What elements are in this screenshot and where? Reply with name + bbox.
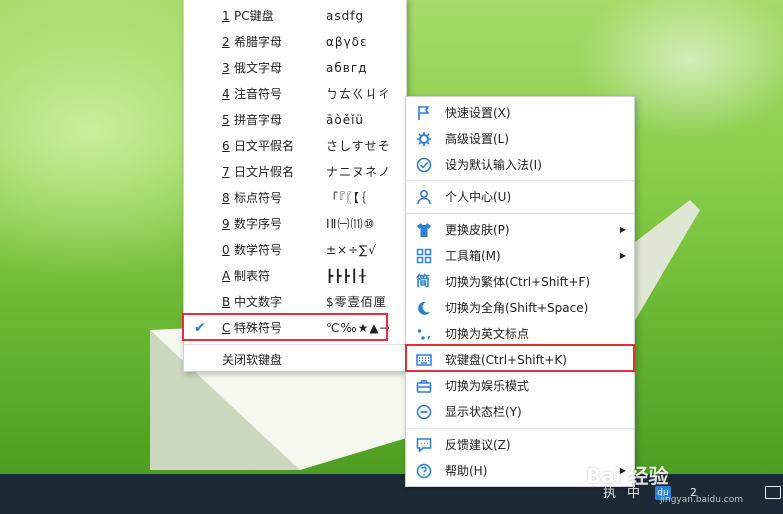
item-key: 7	[222, 165, 230, 179]
gear-icon	[417, 132, 431, 146]
item-label: 快速设置(X)	[445, 106, 511, 120]
softkeyboard-item[interactable]: A 制表符 ┣┣┣┃╂	[184, 263, 406, 289]
item-symbols: ┣┣┣┃╂	[326, 269, 368, 283]
menu-item-change-skin[interactable]: 更换皮肤(P) ▶	[406, 217, 634, 243]
item-label: 日文平假名	[234, 139, 295, 153]
menu-item-fullwidth[interactable]: 切换为全角(Shift+Space)	[406, 295, 634, 321]
menu-item-advanced-settings[interactable]: 高级设置(L)	[406, 126, 634, 152]
softkeyboard-item[interactable]: 8 标点符号 「『〖【｛	[184, 185, 406, 211]
menu-item-user-center[interactable]: 个人中心(U)	[406, 184, 634, 210]
user-icon	[417, 189, 431, 205]
shirt-icon	[417, 223, 431, 237]
item-label: 高级设置(L)	[445, 132, 510, 146]
item-key: B	[222, 295, 231, 309]
item-label: 制表符	[234, 269, 271, 283]
item-label: 切换为全角(Shift+Space)	[445, 301, 589, 315]
flag-icon	[418, 106, 430, 120]
softkeyboard-item[interactable]: 0 数学符号 ±×÷∑√	[184, 237, 406, 263]
item-label: 切换为娱乐模式	[445, 379, 530, 393]
chat-icon	[416, 438, 432, 453]
baidu-jingyan-watermark: Bai 经验	[586, 464, 669, 488]
item-label: 数字序号	[234, 217, 283, 231]
menu-item-entertainment-mode[interactable]: 切换为娱乐模式	[406, 373, 634, 399]
item-label: 注音符号	[234, 87, 283, 101]
menu-divider	[184, 344, 406, 345]
item-symbols: 「『〖【｛	[326, 191, 368, 205]
softkeyboard-item[interactable]: 6 日文平假名 さしすせそ	[184, 133, 406, 159]
item-symbols: ⅠⅡ㈠⑾⑩	[326, 217, 376, 231]
item-label: 帮助(H)	[445, 464, 488, 478]
item-key: 2	[222, 35, 230, 49]
menu-divider	[406, 180, 634, 181]
item-label: 反馈建议(Z)	[445, 438, 511, 452]
item-symbols: ナニヌネノ	[326, 165, 392, 179]
softkeyboard-item[interactable]: 5 拼音字母 āòěǐü	[184, 107, 406, 133]
item-symbols: ㄅㄊㄍㄐㄔ	[326, 87, 392, 101]
item-label: 工具箱(M)	[445, 249, 501, 263]
item-label: 拼音字母	[234, 113, 283, 127]
menu-item-traditional[interactable]: 简 切换为繁体(Ctrl+Shift+F)	[406, 269, 634, 295]
item-symbols: ±×÷∑√	[326, 243, 377, 257]
moon-icon	[418, 301, 430, 315]
menu-item-set-default[interactable]: 设为默认输入法(I)	[406, 152, 634, 178]
item-key: 3	[222, 61, 230, 75]
item-label: 显示状态栏(Y)	[445, 405, 522, 419]
item-key: 4	[222, 87, 230, 101]
menu-item-show-statusbar[interactable]: 显示状态栏(Y)	[406, 399, 634, 425]
softkeyboard-item[interactable]: 7 日文片假名 ナニヌネノ	[184, 159, 406, 185]
item-key: 5	[222, 113, 230, 127]
item-key: A	[222, 269, 231, 283]
close-softkeyboard-item[interactable]: 关闭软键盘	[184, 347, 406, 373]
item-label: 日文片假名	[234, 165, 295, 179]
menu-item-feedback[interactable]: 反馈建议(Z)	[406, 432, 634, 458]
action-center-icon[interactable]	[765, 486, 781, 499]
item-key: 1	[222, 9, 230, 23]
highlight-box-soft-keyboard	[405, 344, 635, 372]
item-symbols: asdfg	[326, 9, 365, 23]
item-label: 个人中心(U)	[445, 190, 512, 204]
punctuation-icon	[417, 329, 431, 340]
grid-icon	[416, 248, 432, 264]
item-symbols: $零壹佰厘	[326, 295, 387, 309]
item-key: 8	[222, 191, 230, 205]
softkeyboard-item[interactable]: 2 希腊字母 αβγδε	[184, 29, 406, 55]
item-label: 俄文字母	[234, 61, 283, 75]
item-key: 6	[222, 139, 230, 153]
menu-item-quick-settings[interactable]: 快速设置(X)	[406, 100, 634, 126]
minus-circle-icon	[416, 404, 432, 420]
item-key: 0	[222, 243, 230, 257]
softkeyboard-item[interactable]: B 中文数字 $零壹佰厘	[184, 289, 406, 315]
item-symbols: αβγδε	[326, 35, 368, 49]
menu-divider	[406, 428, 634, 429]
item-label: 更换皮肤(P)	[445, 223, 510, 237]
traditional-char-icon: 简	[416, 274, 430, 290]
check-circle-icon	[416, 157, 432, 173]
item-label: 中文数字	[234, 295, 283, 309]
item-label: 切换为繁体(Ctrl+Shift+F)	[445, 275, 591, 289]
menu-divider	[406, 213, 634, 214]
item-label: PC键盘	[234, 9, 274, 23]
watermark-url: jingyan.baidu.com	[660, 495, 744, 505]
submenu-arrow-icon: ▶	[619, 225, 626, 234]
item-symbols: さしすせそ	[326, 139, 391, 153]
briefcase-icon	[416, 380, 432, 393]
ime-context-menu: 快速设置(X) 高级设置(L) 设为默认输入法(I) 个人中心(U) 更换皮肤(…	[405, 96, 635, 487]
item-label: 希腊字母	[234, 35, 283, 49]
softkeyboard-item[interactable]: 4 注音符号 ㄅㄊㄍㄐㄔ	[184, 81, 406, 107]
submenu-arrow-icon: ▶	[619, 251, 626, 260]
help-icon	[416, 463, 432, 479]
item-label: 标点符号	[234, 191, 283, 205]
softkeyboard-item[interactable]: 3 俄文字母 абвгд	[184, 55, 406, 81]
item-key: 9	[222, 217, 230, 231]
item-symbols: āòěǐü	[326, 113, 365, 127]
item-symbols: абвгд	[326, 61, 368, 75]
highlight-box-special-symbols	[182, 313, 388, 341]
item-label: 关闭软键盘	[222, 353, 283, 367]
item-label: 数学符号	[234, 243, 283, 257]
item-label: 设为默认输入法(I)	[445, 158, 542, 172]
softkeyboard-item[interactable]: 1 PC键盘 asdfg	[184, 3, 406, 29]
softkeyboard-item[interactable]: 9 数字序号 ⅠⅡ㈠⑾⑩	[184, 211, 406, 237]
menu-item-toolbox[interactable]: 工具箱(M) ▶	[406, 243, 634, 269]
